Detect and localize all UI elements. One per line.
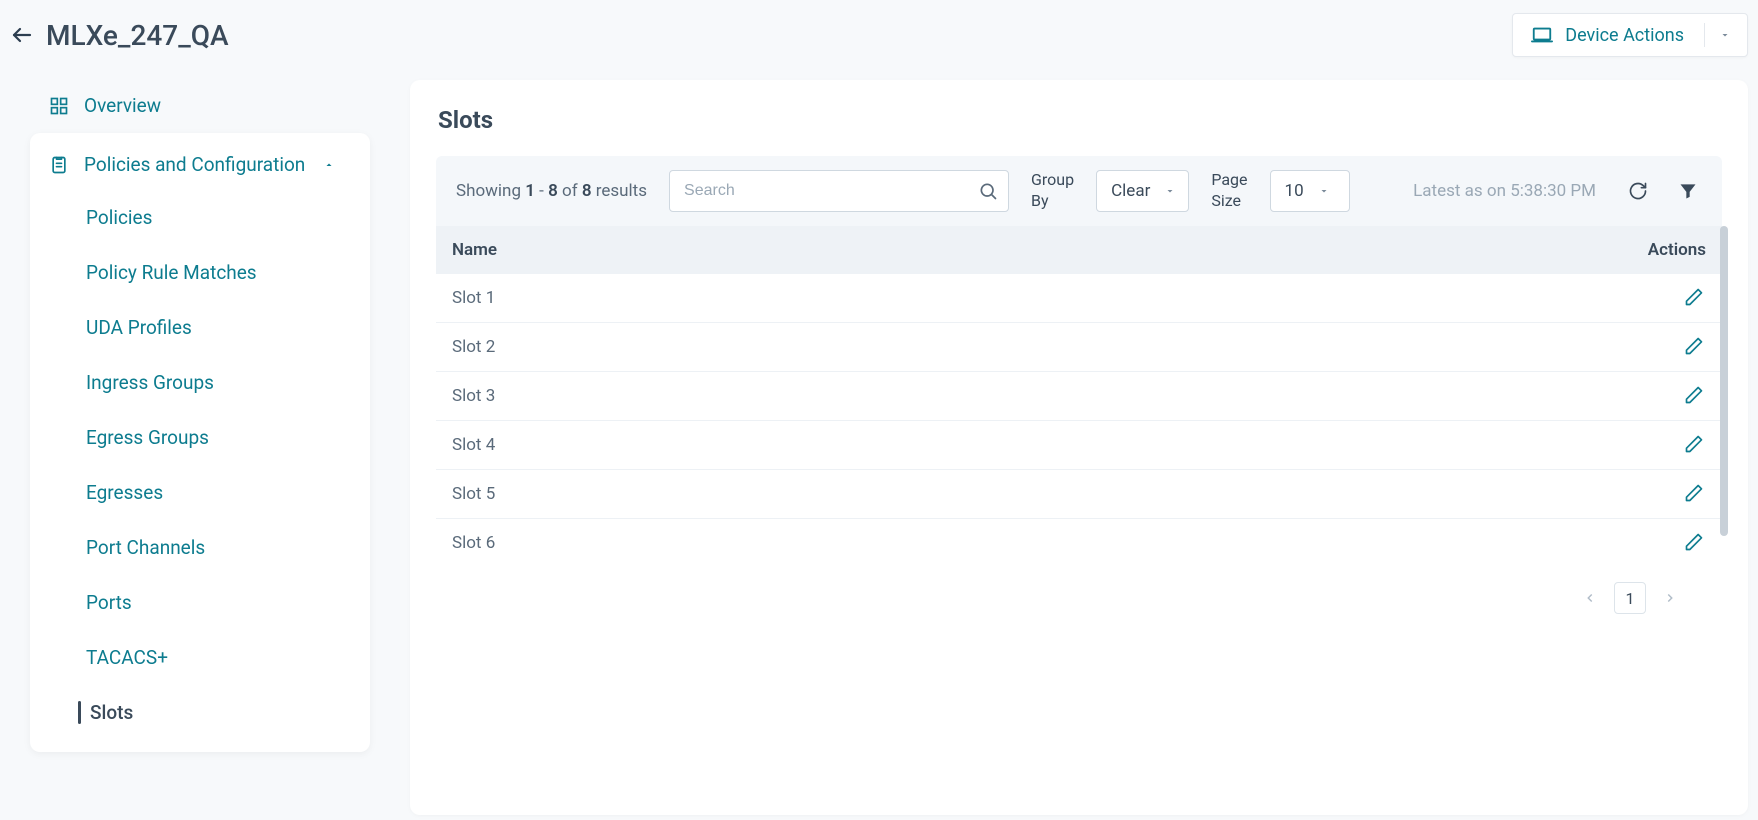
sidebar-item-label: Ports	[86, 591, 132, 614]
sidebar-item-label: Policies and Configuration	[84, 153, 305, 176]
group-by-select[interactable]: Clear	[1096, 170, 1189, 212]
edit-button[interactable]	[1684, 532, 1706, 554]
search-box[interactable]	[669, 170, 1009, 212]
edit-button[interactable]	[1684, 385, 1706, 407]
cell-name: Slot 1	[452, 288, 1606, 308]
device-actions-label: Device Actions	[1565, 25, 1684, 46]
caret-down-icon	[1164, 185, 1176, 197]
sidebar-item-slots[interactable]: Slots	[30, 685, 370, 740]
search-input[interactable]	[684, 182, 978, 200]
sidebar-item-label: Egresses	[86, 481, 163, 504]
separator	[1704, 23, 1705, 47]
page-title: MLXe_247_QA	[46, 19, 229, 52]
table-row: Slot 6	[436, 519, 1722, 564]
sidebar-item-label: Policy Rule Matches	[86, 261, 257, 284]
sidebar-item-label: UDA Profiles	[86, 316, 192, 339]
sidebar-item-policy-rule-matches[interactable]: Policy Rule Matches	[30, 245, 370, 300]
sidebar-item-label: Overview	[84, 94, 161, 117]
edit-button[interactable]	[1684, 434, 1706, 456]
page-prev-button[interactable]	[1576, 584, 1604, 612]
table-row: Slot 5	[436, 470, 1722, 519]
page-number[interactable]: 1	[1614, 582, 1646, 614]
sidebar-item-label: Policies	[86, 206, 152, 229]
sidebar-item-uda-profiles[interactable]: UDA Profiles	[30, 300, 370, 355]
caret-up-icon	[323, 159, 335, 171]
cell-name: Slot 6	[452, 533, 1606, 553]
sidebar: Overview Policies and Configuration Poli…	[30, 80, 370, 815]
table-row: Slot 2	[436, 323, 1722, 372]
cell-name: Slot 2	[452, 337, 1606, 357]
sidebar-item-label: TACACS+	[86, 646, 168, 669]
sidebar-item-ports[interactable]: Ports	[30, 575, 370, 630]
column-name: Name	[452, 240, 1606, 260]
sidebar-item-policies-config[interactable]: Policies and Configuration	[30, 139, 370, 190]
cell-name: Slot 4	[452, 435, 1606, 455]
select-value: Clear	[1111, 181, 1150, 201]
page-size-label: Page Size	[1211, 170, 1247, 212]
table-header: Name Actions	[436, 226, 1722, 274]
sidebar-item-egress-groups[interactable]: Egress Groups	[30, 410, 370, 465]
scrollbar[interactable]	[1720, 226, 1728, 536]
column-actions: Actions	[1606, 240, 1706, 260]
filter-button[interactable]	[1674, 177, 1702, 205]
search-icon	[978, 181, 998, 201]
table-row: Slot 3	[436, 372, 1722, 421]
laptop-icon	[1531, 24, 1553, 46]
cell-name: Slot 5	[452, 484, 1606, 504]
sidebar-item-label: Egress Groups	[86, 426, 209, 449]
edit-button[interactable]	[1684, 287, 1706, 309]
sidebar-item-ingress-groups[interactable]: Ingress Groups	[30, 355, 370, 410]
edit-button[interactable]	[1684, 483, 1706, 505]
table-row: Slot 1	[436, 274, 1722, 323]
sidebar-item-egresses[interactable]: Egresses	[30, 465, 370, 520]
showing-text: Showing 1 - 8 of 8 results	[456, 181, 647, 201]
sidebar-item-label: Slots	[90, 701, 133, 724]
edit-button[interactable]	[1684, 336, 1706, 358]
sidebar-item-port-channels[interactable]: Port Channels	[30, 520, 370, 575]
sidebar-item-policies[interactable]: Policies	[30, 190, 370, 245]
caret-down-icon	[1318, 185, 1330, 197]
sidebar-item-overview[interactable]: Overview	[30, 80, 370, 131]
back-button[interactable]	[10, 23, 34, 47]
sidebar-item-label: Port Channels	[86, 536, 205, 559]
latest-timestamp: Latest as on 5:38:30 PM	[1413, 181, 1596, 201]
sidebar-item-tacacs[interactable]: TACACS+	[30, 630, 370, 685]
device-actions-button[interactable]: Device Actions	[1512, 13, 1748, 57]
refresh-button[interactable]	[1624, 177, 1652, 205]
group-by-label: Group By	[1031, 170, 1074, 212]
toolbar: Showing 1 - 8 of 8 results Group By Clea…	[436, 156, 1722, 226]
clipboard-icon	[48, 155, 70, 175]
sidebar-item-label: Ingress Groups	[86, 371, 214, 394]
select-value: 10	[1285, 181, 1304, 201]
dashboard-icon	[48, 96, 70, 116]
main-title: Slots	[410, 106, 1748, 156]
caret-down-icon	[1719, 29, 1747, 41]
pagination: 1	[436, 564, 1722, 632]
page-next-button[interactable]	[1656, 584, 1684, 612]
table-row: Slot 4	[436, 421, 1722, 470]
main-panel: Slots Showing 1 - 8 of 8 results Group B…	[410, 80, 1748, 815]
cell-name: Slot 3	[452, 386, 1606, 406]
page-size-select[interactable]: 10	[1270, 170, 1350, 212]
